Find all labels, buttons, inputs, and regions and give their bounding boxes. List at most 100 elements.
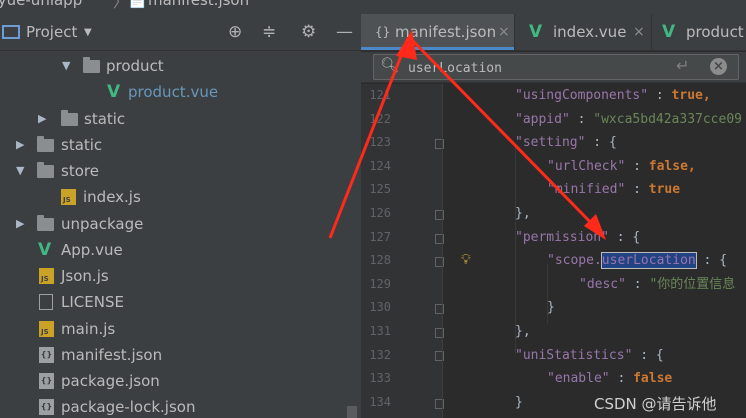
tree-item-label: Json.js <box>61 267 109 285</box>
editor-area: {} manifest.json × V index.vue × V produ… <box>361 14 746 418</box>
expanded-arrow-icon[interactable]: ▼ <box>16 158 24 184</box>
editor-gutter: 121 122 123 124 125 126 127 128 129 130 … <box>361 84 444 418</box>
code-line: "scope.userLocation : { <box>547 249 727 273</box>
tab-label: product <box>686 23 744 41</box>
file-breadcrumb[interactable]: manifest.json <box>148 0 249 9</box>
close-icon[interactable]: × <box>633 14 645 50</box>
json-value: "你的位置信息 <box>649 276 736 292</box>
js-file-icon: JS <box>61 189 76 205</box>
line-number: 123 <box>369 135 391 150</box>
json-key: "uniStatistics" <box>515 347 633 363</box>
search-input[interactable] <box>406 57 670 79</box>
expanded-arrow-icon[interactable]: ▼ <box>62 53 70 79</box>
project-breadcrumb[interactable]: kaiyue-uniapp <box>0 0 82 9</box>
tree-item-main-js[interactable]: JS main.js <box>0 316 350 342</box>
vue-file-icon: V <box>662 22 676 42</box>
colon-token: : <box>625 276 650 292</box>
code-line: } <box>547 300 555 316</box>
vue-file-icon: V <box>529 22 543 42</box>
json-key: "permission" <box>515 229 609 245</box>
json-value: { <box>719 253 728 269</box>
code-line: "usingComponents" : true, <box>515 84 711 108</box>
gutter-border <box>442 84 443 418</box>
tab-label: manifest.json <box>395 23 497 41</box>
file-tree: ▼ product V product.vue ▶ static ▶ stati… <box>0 14 361 418</box>
tree-item-license[interactable]: LICENSE <box>0 289 350 315</box>
folder-icon <box>37 162 54 178</box>
code-line: "enable" : false <box>547 367 672 391</box>
code-line: }, <box>515 324 531 339</box>
tree-item-index-js[interactable]: JS index.js <box>0 184 350 210</box>
folder-icon <box>37 215 54 231</box>
tree-item-product-folder[interactable]: ▼ product <box>0 53 350 79</box>
js-file-icon: JS <box>39 268 54 284</box>
tree-item-manifest-json[interactable]: {} manifest.json <box>0 342 350 368</box>
code-line: "uniStatistics" : { <box>515 344 664 368</box>
json-key: "desc" <box>579 276 626 292</box>
colon-token: : <box>625 158 649 174</box>
search-icon[interactable]: 🔍︎ <box>380 56 399 74</box>
line-number: 126 <box>369 206 391 220</box>
tree-item-app-vue[interactable]: V App.vue <box>0 237 350 263</box>
tab-index-vue[interactable]: V index.vue × <box>515 14 651 50</box>
tree-item-unpackage-folder[interactable]: ▶ unpackage <box>0 211 350 237</box>
code-line: "appid" : "wxca5bd42a337cce09 <box>515 108 742 132</box>
code-line: "permission" : { <box>515 226 640 250</box>
find-bar: 🔍︎ ↵ × <box>361 52 746 83</box>
json-key: "urlCheck" <box>547 158 626 174</box>
line-number: 132 <box>369 347 391 362</box>
json-key: "minified" <box>547 182 626 198</box>
json-value: true, <box>671 88 711 103</box>
tree-item-label: main.js <box>61 320 116 338</box>
code-line: "setting" : { <box>515 131 617 155</box>
line-number: 122 <box>369 111 391 126</box>
title-bar: kaiyue-uniapp 〉 📄 manifest.json <box>0 0 746 14</box>
tab-product[interactable]: V product <box>652 14 746 50</box>
colon-token: : <box>585 135 609 151</box>
editor-tab-bar: {} manifest.json × V index.vue × V produ… <box>361 14 746 51</box>
vue-file-icon: V <box>38 240 52 260</box>
tree-item-package-json[interactable]: {} package.json <box>0 368 350 394</box>
tree-item-label: product.vue <box>128 83 219 101</box>
json-value: { <box>655 347 664 363</box>
folder-icon <box>83 57 100 73</box>
find-box[interactable]: 🔍︎ ↵ × <box>373 54 739 80</box>
json-file-icon: {} <box>39 347 54 363</box>
code-line: "urlCheck" : false, <box>547 155 696 179</box>
tab-manifest-json[interactable]: {} manifest.json × <box>361 14 514 50</box>
tree-item-static-folder[interactable]: ▶ static <box>0 106 350 132</box>
line-number: 128 <box>369 253 391 268</box>
watermark: CSDN @请告诉他 <box>594 395 717 413</box>
line-number: 121 <box>369 88 391 102</box>
enter-icon[interactable]: ↵ <box>676 56 689 75</box>
project-pane: Project ▼ ⊕ ≑ ⚙ — ▼ product V product.vu… <box>0 14 361 418</box>
tree-item-product-vue[interactable]: V product.vue <box>0 79 350 105</box>
collapsed-arrow-icon[interactable]: ▶ <box>38 106 46 132</box>
tree-item-store-folder[interactable]: ▼ store <box>0 158 350 184</box>
colon-token: : <box>648 88 672 103</box>
tab-label: index.vue <box>553 23 627 41</box>
code-line: "desc" : "你的位置信息 <box>579 273 735 297</box>
colon-token: : <box>609 371 634 387</box>
tree-item-static-folder[interactable]: ▶ static <box>0 132 350 158</box>
folder-icon <box>61 110 78 126</box>
folder-icon <box>37 136 54 152</box>
collapsed-arrow-icon[interactable]: ▶ <box>16 132 24 158</box>
json-file-icon: {} <box>39 399 54 415</box>
text-file-icon <box>39 294 53 310</box>
line-number: 134 <box>369 394 391 409</box>
collapsed-arrow-icon[interactable]: ▶ <box>16 211 24 237</box>
tree-item-package-lock-json[interactable]: {} package-lock.json <box>0 394 350 418</box>
close-icon[interactable]: × <box>498 14 510 50</box>
code-view[interactable]: "usingComponents" : true, "appid" : "wxc… <box>445 84 746 418</box>
tree-item-label: manifest.json <box>61 346 163 364</box>
json-file-icon: {} <box>375 25 391 39</box>
project-pane-scrollbar[interactable] <box>347 406 357 418</box>
tree-item-json-js[interactable]: JS Json.js <box>0 263 350 289</box>
clear-search-icon[interactable]: × <box>710 58 727 75</box>
json-key: "usingComponents" <box>515 88 649 103</box>
line-number: 129 <box>369 276 391 291</box>
code-line: }, <box>515 206 531 221</box>
tree-item-label: index.js <box>83 188 141 206</box>
line-number: 133 <box>369 371 391 386</box>
